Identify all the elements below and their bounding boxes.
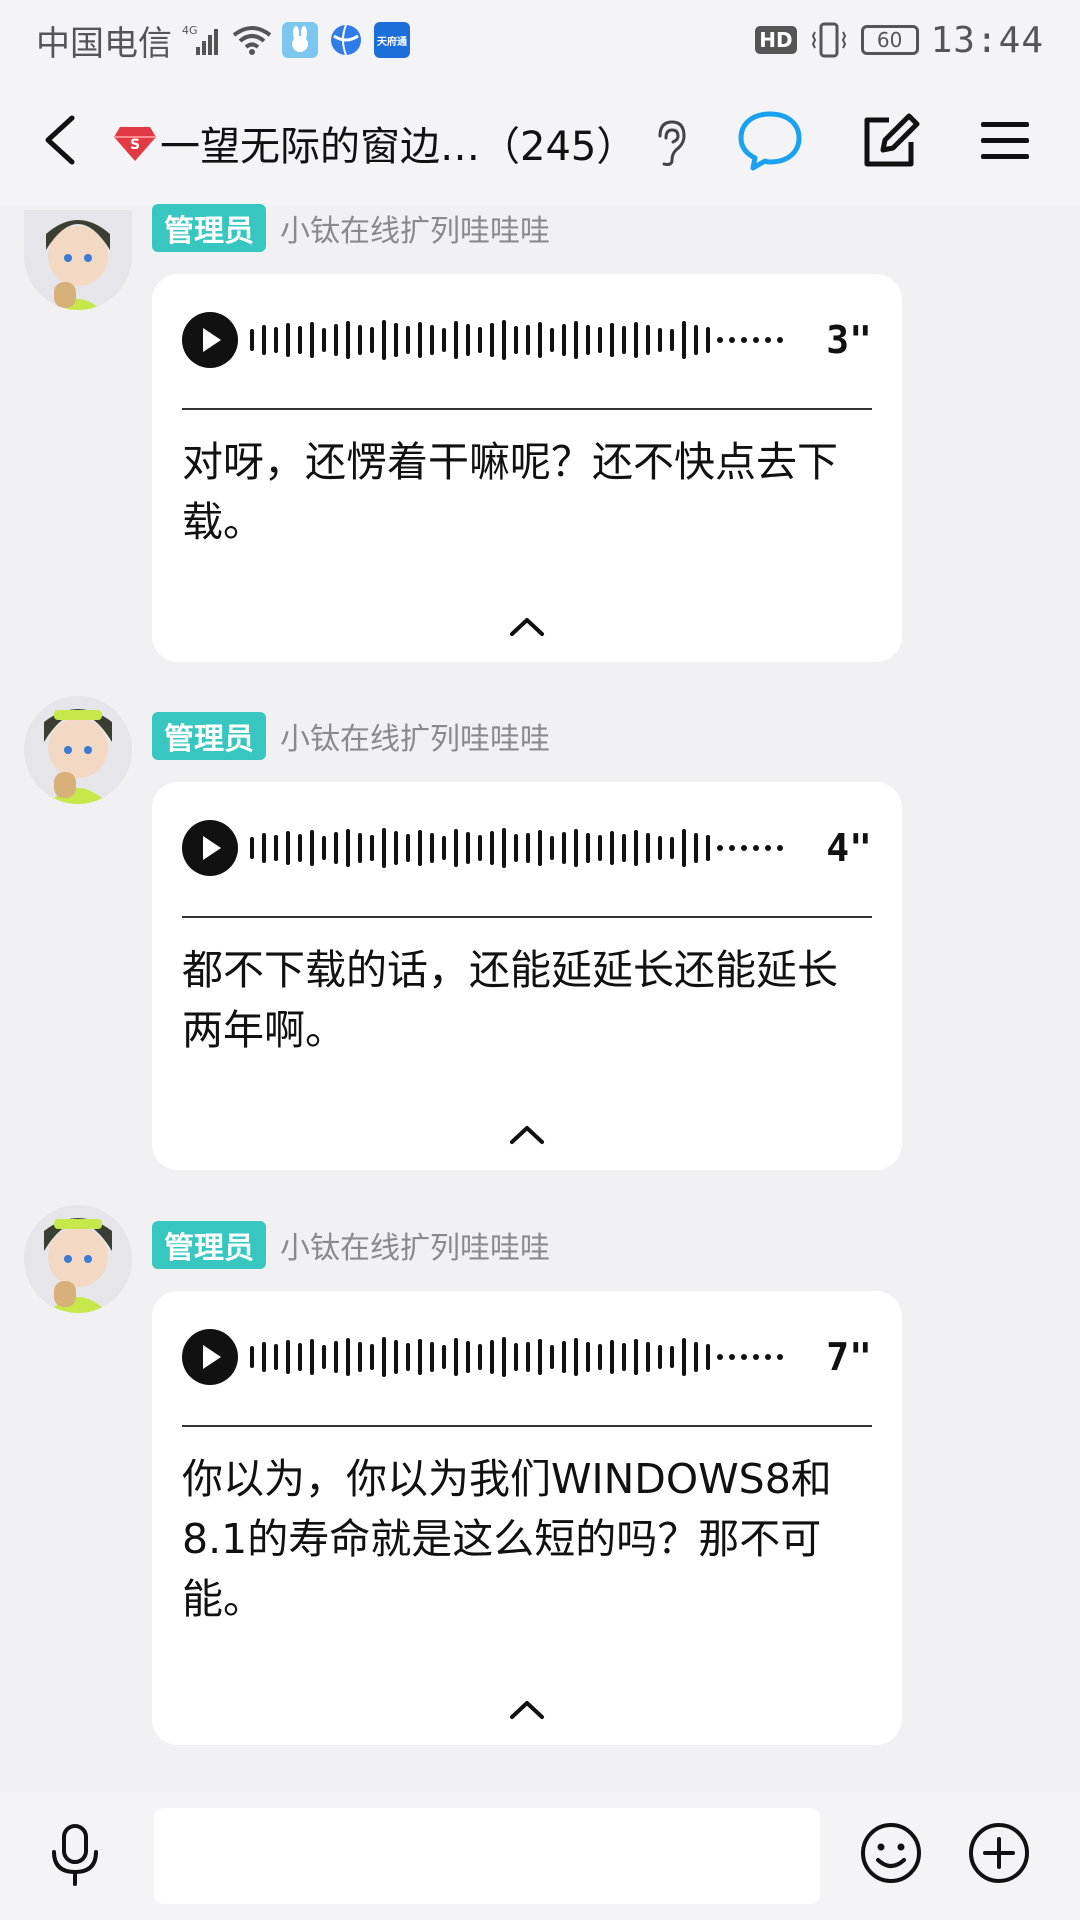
voice-row: 3" <box>182 312 872 368</box>
group-title[interactable]: S 一望无际的窗边…（245） <box>112 114 636 172</box>
status-right: HD 60 13:44 <box>755 20 1044 61</box>
play-icon[interactable] <box>182 1329 238 1385</box>
voice-duration: 4" <box>826 826 872 870</box>
browser-icon <box>328 22 364 58</box>
vibrate-icon <box>809 22 849 58</box>
chevron-up-icon[interactable] <box>500 1120 554 1150</box>
voice-row: 4" <box>182 820 872 876</box>
voice-row: 7" <box>182 1329 872 1385</box>
input-bar <box>0 1792 1080 1920</box>
ear-icon[interactable] <box>652 118 688 168</box>
status-left: 中国电信 4G 天府通 <box>36 16 410 65</box>
message-header: 管理员 小钛在线扩列哇哇哇 <box>152 1221 550 1269</box>
sender-name[interactable]: 小钛在线扩列哇哇哇 <box>280 714 550 758</box>
waveform-icon <box>250 320 783 360</box>
voice-message-bubble[interactable]: 4" 都不下载的话，还能延延长还能延长两年啊。 <box>152 782 902 1170</box>
hd-badge: HD <box>755 26 797 54</box>
voice-message-bubble[interactable]: 3" 对呀，还愣着干嘛呢？还不快点去下载。 <box>152 274 902 662</box>
voice-duration: 7" <box>826 1335 872 1379</box>
svg-text:4G: 4G <box>182 24 198 37</box>
waveform-icon <box>250 1337 783 1377</box>
play-icon[interactable] <box>182 312 238 368</box>
title-bar: S 一望无际的窗边…（245） <box>0 80 1080 282</box>
menu-icon[interactable] <box>970 106 1040 176</box>
voice-duration: 3" <box>826 318 872 362</box>
message-header: 管理员 小钛在线扩列哇哇哇 <box>152 204 550 252</box>
transcript-text: 都不下载的话，还能延延长还能延长两年啊。 <box>182 946 838 1054</box>
signal-icon: 4G <box>182 23 222 57</box>
sender-name[interactable]: 小钛在线扩列哇哇哇 <box>280 1223 550 1267</box>
divider <box>182 1425 872 1427</box>
carrier-label: 中国电信 <box>36 23 172 64</box>
role-badge: 管理员 <box>152 712 266 760</box>
status-bar: 中国电信 4G 天府通 HD 60 13:44 <box>0 0 1080 80</box>
chevron-up-icon[interactable] <box>500 1695 554 1725</box>
battery-indicator: 60 <box>860 25 919 55</box>
play-icon[interactable] <box>182 820 238 876</box>
message-header: 管理员 小钛在线扩列哇哇哇 <box>152 712 550 760</box>
role-badge: 管理员 <box>152 204 266 252</box>
wifi-icon <box>232 23 272 57</box>
voice-message-bubble[interactable]: 7" 你以为，你以为我们WINDOWS8和8.1的寿命就是这么短的吗？那不可能。 <box>152 1291 902 1745</box>
clock: 13:44 <box>930 19 1044 61</box>
message-input[interactable] <box>154 1808 820 1904</box>
chevron-up-icon[interactable] <box>500 612 554 642</box>
emoji-icon[interactable] <box>858 1820 924 1886</box>
svg-text:S: S <box>130 137 140 153</box>
tianfutong-app-icon: 天府通 <box>374 22 410 58</box>
chat-bubble-icon[interactable] <box>735 106 805 176</box>
mic-icon[interactable] <box>42 1822 108 1888</box>
avatar[interactable] <box>24 1205 132 1313</box>
diamond-badge-icon: S <box>112 123 158 163</box>
role-badge: 管理员 <box>152 1221 266 1269</box>
avatar[interactable] <box>24 696 132 804</box>
bunny-app-icon <box>282 22 318 58</box>
transcript-text: 你以为，你以为我们WINDOWS8和8.1的寿命就是这么短的吗？那不可能。 <box>182 1455 832 1623</box>
transcript-text: 对呀，还愣着干嘛呢？还不快点去下载。 <box>182 438 838 546</box>
avatar[interactable] <box>24 210 132 310</box>
sender-name[interactable]: 小钛在线扩列哇哇哇 <box>280 206 550 250</box>
plus-icon[interactable] <box>966 1820 1032 1886</box>
group-title-text: 一望无际的窗边…（245） <box>160 124 637 170</box>
edit-icon[interactable] <box>855 106 925 176</box>
waveform-icon <box>250 828 783 868</box>
back-icon[interactable] <box>36 110 86 170</box>
divider <box>182 408 872 410</box>
divider <box>182 916 872 918</box>
